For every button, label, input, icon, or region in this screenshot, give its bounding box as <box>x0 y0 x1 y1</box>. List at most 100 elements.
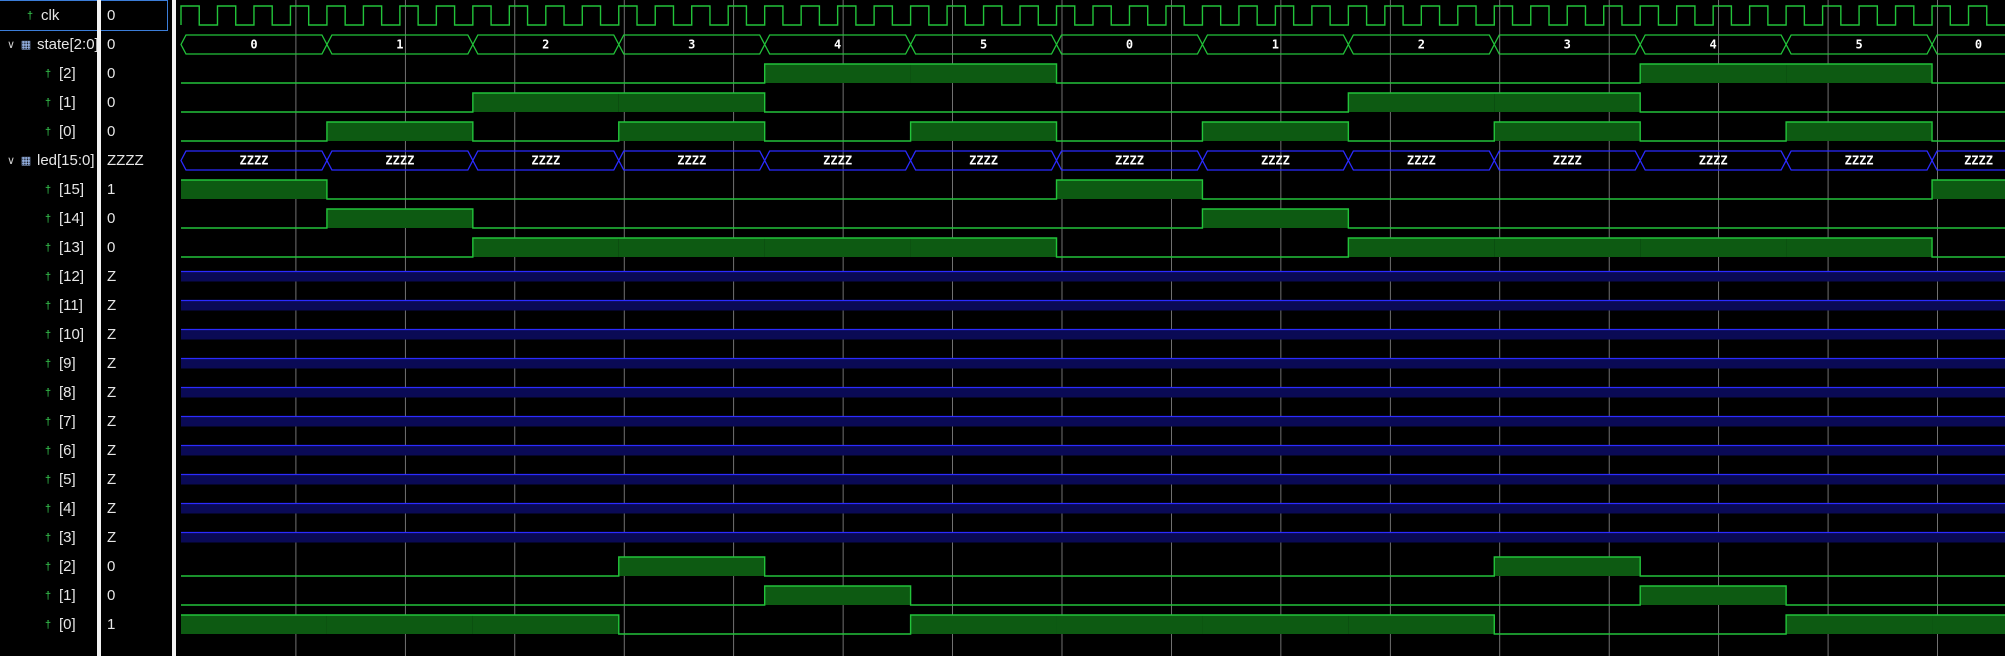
wave-led6[interactable] <box>181 444 2005 456</box>
signal-value-led3[interactable]: Z <box>101 523 116 552</box>
bit-signal-icon: † <box>44 618 52 631</box>
bit-signal-icon: † <box>26 9 34 22</box>
signal-value-led[interactable]: ZZZZ <box>101 146 144 175</box>
signal-value-led8[interactable]: Z <box>101 378 116 407</box>
wave-led10[interactable] <box>181 328 2005 340</box>
wave-led12[interactable] <box>181 270 2005 282</box>
signal-row-led8[interactable]: † [8] <box>0 378 76 407</box>
wave-state2[interactable] <box>181 63 2005 84</box>
signal-row-led14[interactable]: † [14] <box>0 204 84 233</box>
signal-row-state2[interactable]: † [2] <box>0 59 76 88</box>
signal-value-led0[interactable]: 1 <box>101 610 115 639</box>
wave-led1[interactable] <box>181 585 2005 606</box>
bit-signal-icon: † <box>44 328 52 341</box>
wave-led9[interactable] <box>181 357 2005 369</box>
signal-value-label: Z <box>107 529 117 546</box>
signal-row-led2[interactable]: † [2] <box>0 552 76 581</box>
bit-signal-icon: † <box>44 241 52 254</box>
wave-led0[interactable] <box>181 614 2005 635</box>
signal-name-label: [1] <box>59 587 76 604</box>
signal-row-led1[interactable]: † [1] <box>0 581 76 610</box>
wave-state[interactable]: 0 1 2 3 4 5 0 1 2 3 4 5 0 <box>180 34 2005 55</box>
signal-value-led10[interactable]: Z <box>101 320 116 349</box>
wave-led14[interactable] <box>181 208 2005 229</box>
wave-state1[interactable] <box>181 92 2005 113</box>
wave-led8[interactable] <box>181 386 2005 398</box>
signal-value-state1[interactable]: 0 <box>101 88 115 117</box>
signal-row-led4[interactable]: † [4] <box>0 494 76 523</box>
signal-value-led11[interactable]: Z <box>101 291 116 320</box>
wave-clk[interactable] <box>180 5 2005 26</box>
signal-row-led7[interactable]: † [7] <box>0 407 76 436</box>
signal-row-state[interactable]: ∨ ▦ state[2:0] <box>0 30 97 59</box>
high-level-fill <box>1348 615 1495 634</box>
signal-value-led9[interactable]: Z <box>101 349 116 378</box>
signal-name-label: [5] <box>59 471 76 488</box>
signal-value-state[interactable]: 0 <box>101 30 115 59</box>
bit-signal-icon: † <box>44 386 52 399</box>
signal-value-led12[interactable]: Z <box>101 262 116 291</box>
hiz-band <box>181 445 2005 456</box>
signal-value-led13[interactable]: 0 <box>101 233 115 262</box>
wave-led15[interactable] <box>181 179 2005 200</box>
signal-row-state0[interactable]: † [0] <box>0 117 76 146</box>
signal-value-led4[interactable]: Z <box>101 494 116 523</box>
signal-row-state1[interactable]: † [1] <box>0 88 76 117</box>
signal-row-clk[interactable]: † clk <box>0 0 97 31</box>
high-level-fill <box>910 238 1057 257</box>
signal-row-led9[interactable]: † [9] <box>0 349 76 378</box>
signal-value-led1[interactable]: 0 <box>101 581 115 610</box>
wave-led3[interactable] <box>181 531 2005 543</box>
signal-value-state2[interactable]: 0 <box>101 59 115 88</box>
signal-value-label: 0 <box>107 94 116 111</box>
signal-row-led15[interactable]: † [15] <box>0 175 84 204</box>
bus-value-label: 5 <box>980 38 987 52</box>
wave-led7[interactable] <box>181 415 2005 427</box>
bit-signal-icon: † <box>44 502 52 515</box>
bus-value-label: 2 <box>1418 38 1425 52</box>
signal-value-led5[interactable]: Z <box>101 465 116 494</box>
signal-row-led3[interactable]: † [3] <box>0 523 76 552</box>
wave-led4[interactable] <box>181 502 2005 514</box>
high-level-fill <box>472 615 619 634</box>
bit-signal-icon: † <box>44 299 52 312</box>
signal-name-label: [2] <box>59 558 76 575</box>
signal-value-clk[interactable]: 0 <box>101 0 168 31</box>
signal-value-led15[interactable]: 1 <box>101 175 115 204</box>
signal-row-led5[interactable]: † [5] <box>0 465 76 494</box>
signal-value-led6[interactable]: Z <box>101 436 116 465</box>
signal-row-led0[interactable]: † [0] <box>0 610 76 639</box>
bit-signal-icon: † <box>44 560 52 573</box>
wave-led13[interactable] <box>181 237 2005 258</box>
high-level-fill <box>472 93 619 112</box>
waveform-canvas[interactable]: 0 1 2 3 4 5 0 1 2 3 4 5 0ZZZZ ZZZZ ZZZZ ZZZZ ZZZZ ZZZZ ZZZ… <box>176 0 2005 656</box>
signal-value-led2[interactable]: 0 <box>101 552 115 581</box>
signal-value-led14[interactable]: 0 <box>101 204 115 233</box>
signal-row-led[interactable]: ∨ ▦ led[15:0] <box>0 146 95 175</box>
signal-row-led10[interactable]: † [10] <box>0 320 84 349</box>
bus-value-label: ZZZZ <box>1553 154 1582 168</box>
signal-value-label: Z <box>107 442 117 459</box>
signal-row-led11[interactable]: † [11] <box>0 291 83 320</box>
chevron-down-icon[interactable]: ∨ <box>4 154 18 167</box>
high-level-fill <box>1640 586 1787 605</box>
signal-value-led7[interactable]: Z <box>101 407 116 436</box>
signal-value-state0[interactable]: 0 <box>101 117 115 146</box>
wave-led5[interactable] <box>181 473 2005 485</box>
wave-state0[interactable] <box>181 121 2005 142</box>
signal-name-label: [15] <box>59 181 85 198</box>
wave-led2[interactable] <box>181 556 2005 577</box>
bit-signal-icon: † <box>44 415 52 428</box>
signal-name-label: [6] <box>59 442 76 459</box>
chevron-down-icon[interactable]: ∨ <box>4 38 18 51</box>
wave-led11[interactable] <box>181 299 2005 311</box>
signal-name-label: [7] <box>59 413 76 430</box>
signal-row-led12[interactable]: † [12] <box>0 262 84 291</box>
signal-row-led13[interactable]: † [13] <box>0 233 84 262</box>
high-level-fill <box>1202 209 1349 228</box>
signal-row-led6[interactable]: † [6] <box>0 436 76 465</box>
high-level-fill <box>618 557 765 576</box>
bus-value-label: ZZZZ <box>969 154 998 168</box>
wave-led[interactable]: ZZZZ ZZZZ ZZZZ ZZZZ ZZZZ ZZZZ ZZZZ ZZZZ ZZZZ ZZZZ… <box>180 150 2005 171</box>
bit-signal-icon: † <box>44 270 52 283</box>
